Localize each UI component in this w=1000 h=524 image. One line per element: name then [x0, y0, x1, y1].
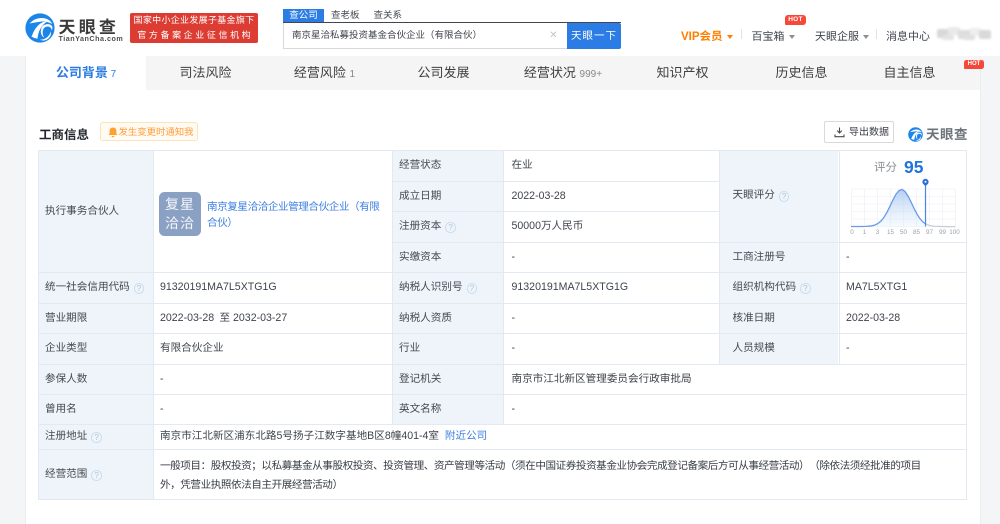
svg-text:3: 3	[876, 229, 880, 236]
svg-text:85: 85	[913, 229, 921, 236]
svg-text:99: 99	[939, 229, 947, 236]
svg-text:50: 50	[900, 229, 908, 236]
svg-text:15: 15	[887, 229, 895, 236]
svg-text:97: 97	[926, 229, 934, 236]
svg-text:1: 1	[863, 229, 867, 236]
svg-text:0: 0	[850, 229, 854, 236]
svg-text:100: 100	[949, 229, 960, 236]
